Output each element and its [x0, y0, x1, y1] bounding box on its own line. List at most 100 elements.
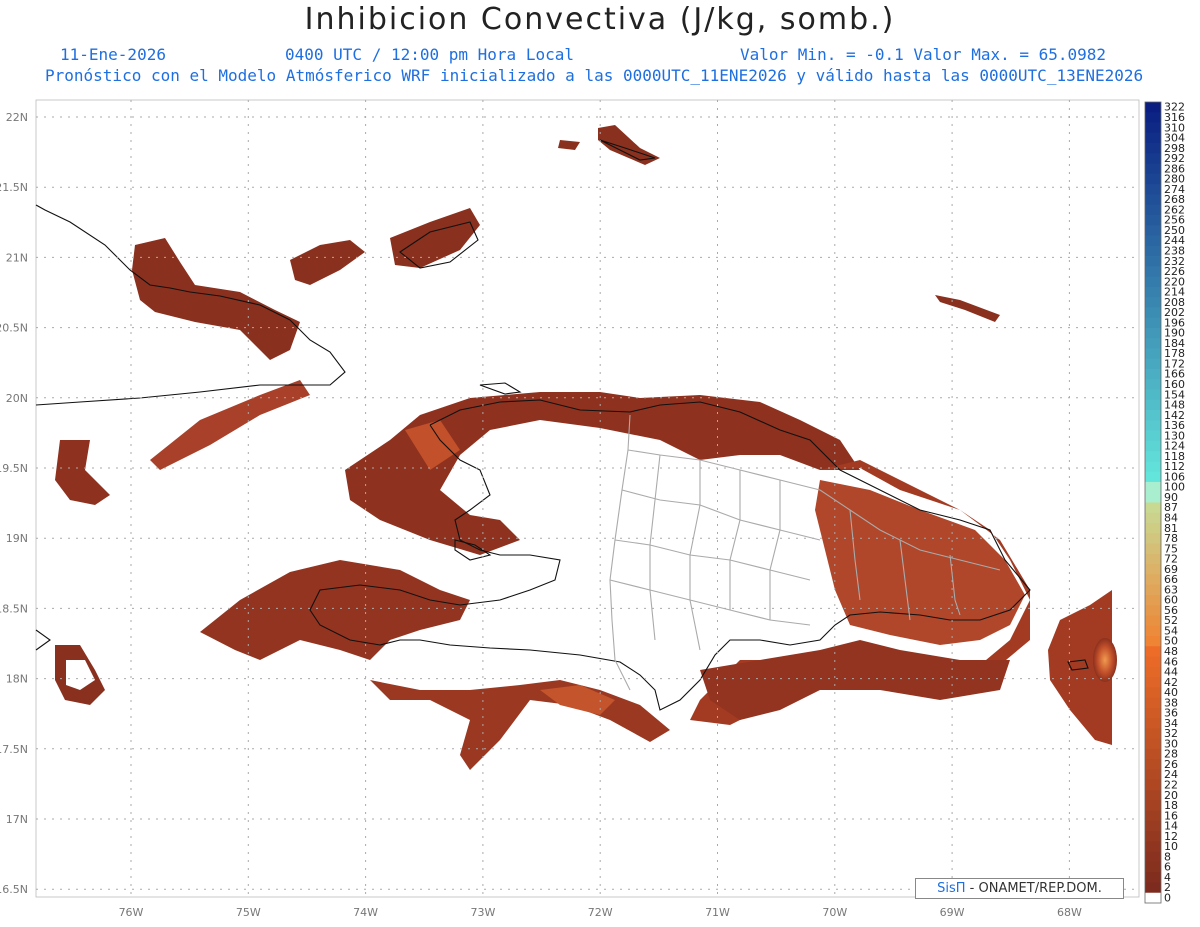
colorbar-swatch [1145, 369, 1161, 380]
lon-tick-labels: 76W 75W 74W 73W 72W 71W 70W 69W 68W [119, 906, 1082, 919]
colorbar-swatch [1145, 687, 1161, 699]
colorbar-swatch [1145, 266, 1161, 277]
colorbar-swatch [1145, 481, 1161, 493]
colorbar-swatch [1145, 697, 1161, 709]
colorbar-swatch [1145, 286, 1161, 298]
colorbar-swatch [1145, 122, 1161, 134]
colorbar-swatch [1145, 112, 1161, 123]
colorbar-swatch [1145, 379, 1161, 390]
colorbar-swatch [1145, 636, 1161, 647]
colorbar-swatch [1145, 820, 1161, 832]
lon-tick-label: 75W [236, 906, 261, 919]
map-frame [35, 99, 1140, 898]
colorbar-swatch [1145, 892, 1161, 904]
colorbar-swatch [1145, 615, 1161, 627]
colorbar-swatch [1145, 184, 1161, 195]
colorbar-swatch [1145, 348, 1161, 360]
colorbar-swatch [1145, 574, 1161, 586]
lat-tick-label: 21.5N [0, 181, 28, 194]
lat-tick-labels: 22N 21.5N 21N 20.5N 20N 19.5N 19N 18.5N 18N 17.5N… [0, 111, 28, 896]
colorbar-swatch [1145, 646, 1161, 657]
colorbar-swatch [1145, 214, 1161, 226]
colorbar-swatch [1145, 163, 1161, 175]
colorbar-swatch [1145, 297, 1161, 308]
colorbar-swatch [1145, 194, 1161, 206]
colorbar-swatch [1145, 707, 1161, 719]
colorbar-swatch [1145, 430, 1161, 442]
colorbar-swatch [1145, 748, 1161, 760]
colorbar-swatch [1145, 594, 1161, 606]
colorbar-swatch [1145, 728, 1161, 740]
colorbar-swatch [1145, 738, 1161, 750]
colorbar-swatch [1145, 512, 1161, 524]
colorbar-swatch [1145, 759, 1161, 770]
colorbar-swatch [1145, 666, 1161, 678]
colorbar-swatch [1145, 225, 1161, 236]
colorbar-swatch [1145, 790, 1161, 801]
colorbar-swatch [1145, 810, 1161, 822]
colorbar-swatch [1145, 399, 1161, 411]
lat-tick-label: 18.5N [0, 602, 28, 615]
colorbar-swatch [1145, 440, 1161, 452]
colorbar-swatch [1145, 851, 1161, 863]
field-pr-hotspot [1093, 638, 1117, 682]
colorbar-swatch [1145, 605, 1161, 616]
lat-tick-label: 19N [6, 532, 28, 545]
colorbar-swatch [1145, 235, 1161, 247]
credit-box: SisΠ - ONAMET/REP.DOM. [915, 878, 1124, 899]
colorbar-swatch [1145, 338, 1161, 349]
colorbar-swatch [1145, 882, 1161, 894]
lat-tick-label: 17N [6, 813, 28, 826]
colorbar-label: 0 [1164, 891, 1171, 904]
colorbar-swatch [1145, 502, 1161, 514]
lon-tick-label: 71W [705, 906, 730, 919]
colorbar-swatch [1145, 543, 1161, 555]
colorbar-swatch [1145, 358, 1161, 370]
colorbar-swatch [1145, 677, 1161, 688]
credit-brand: SisΠ [937, 881, 966, 896]
colorbar-swatch [1145, 656, 1161, 668]
colorbar-swatch [1145, 523, 1161, 534]
colorbar-swatch [1145, 584, 1161, 596]
colorbar-swatch [1145, 245, 1161, 257]
colorbar-swatch [1145, 410, 1161, 421]
colorbar-swatch [1145, 389, 1161, 401]
colorbar-swatch [1145, 204, 1161, 216]
colorbar-swatch [1145, 831, 1161, 842]
colorbar-swatch [1145, 132, 1161, 144]
colorbar-swatch [1145, 102, 1161, 113]
colorbar-swatch [1145, 256, 1161, 267]
colorbar-swatch [1145, 173, 1161, 185]
colorbar-swatch [1145, 471, 1161, 483]
lat-tick-label: 20.5N [0, 322, 28, 335]
colorbar-swatch [1145, 625, 1161, 637]
colorbar-swatch [1145, 143, 1161, 154]
colorbar-swatch [1145, 317, 1161, 329]
colorbar-swatch [1145, 327, 1161, 339]
colorbar-swatch [1145, 276, 1161, 288]
lat-tick-label: 18N [6, 673, 28, 686]
colorbar-swatch [1145, 564, 1161, 575]
lon-tick-label: 72W [588, 906, 613, 919]
colorbar-swatch [1145, 872, 1161, 883]
credit-text: - ONAMET/REP.DOM. [965, 881, 1102, 896]
lat-tick-label: 20N [6, 392, 28, 405]
forecast-map: 76W75W74W73W72W71W70W69W68W 22N21.5N21N2… [0, 99, 1185, 919]
colorbar-swatch [1145, 533, 1161, 544]
colorbar-swatch [1145, 492, 1161, 503]
colorbar-swatch [1145, 451, 1161, 462]
lat-tick-label: 16.5N [0, 883, 28, 896]
colorbar-swatch [1145, 307, 1161, 319]
colorbar-swatch [1145, 779, 1161, 791]
lon-tick-label: 68W [1057, 906, 1082, 919]
lat-tick-label: 17.5N [0, 743, 28, 756]
lat-tick-label: 19.5N [0, 462, 28, 475]
colorbar-swatch [1145, 461, 1161, 473]
lon-tick-label: 74W [353, 906, 378, 919]
lon-tick-label: 70W [822, 906, 847, 919]
lat-tick-label: 22N [6, 111, 28, 124]
lon-tick-label: 76W [119, 906, 144, 919]
colorbar-swatch [1145, 420, 1161, 432]
colorbar-swatch [1145, 841, 1161, 853]
lon-tick-label: 69W [940, 906, 965, 919]
